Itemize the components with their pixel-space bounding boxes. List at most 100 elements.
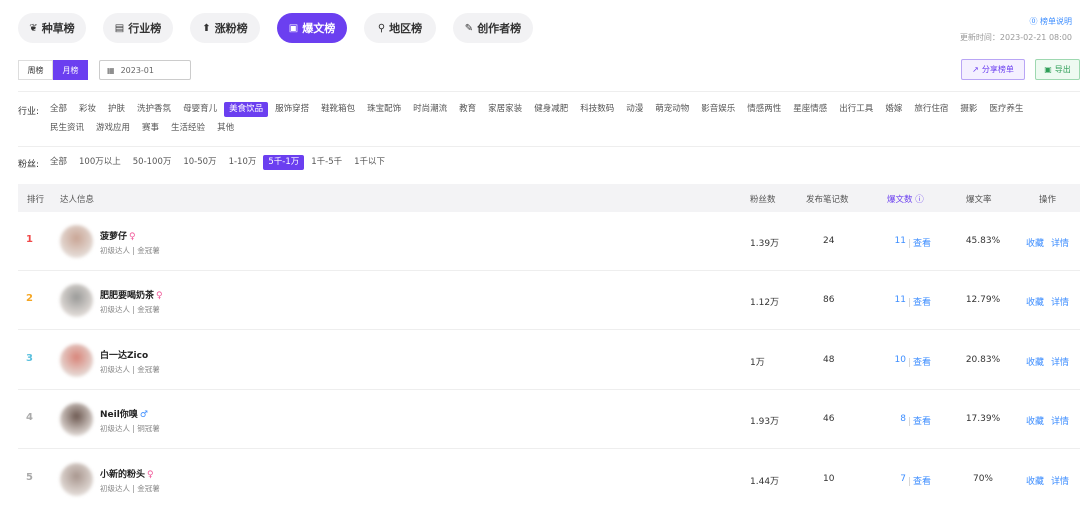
industry-option[interactable]: 健身减肥 (529, 102, 573, 117)
fans-option[interactable]: 10-50万 (178, 155, 221, 170)
industry-option[interactable]: 影音娱乐 (696, 102, 740, 117)
detail-link[interactable]: 详情 (1051, 474, 1069, 487)
detail-link[interactable]: 详情 (1051, 236, 1069, 249)
detail-link[interactable]: 详情 (1051, 295, 1069, 308)
industry-option[interactable]: 星座情感 (788, 102, 832, 117)
collect-link[interactable]: 收藏 (1026, 414, 1044, 427)
view-link[interactable]: 查看 (913, 417, 931, 427)
tab-5[interactable]: ✎ 创作者榜 (453, 13, 533, 43)
industry-option[interactable]: 摄影 (955, 102, 982, 117)
avatar[interactable] (60, 225, 93, 258)
industry-option[interactable]: 鞋靴箱包 (316, 102, 360, 117)
ranking-help-link[interactable]: ⓪ 榜单说明 (1029, 16, 1072, 27)
viral-view: | 查看 (906, 414, 931, 427)
fans-option[interactable]: 全部 (45, 155, 72, 170)
collect-link[interactable]: 收藏 (1026, 474, 1044, 487)
detail-link[interactable]: 详情 (1051, 414, 1069, 427)
viral-rate: 12.79% (965, 295, 1001, 305)
fans-option[interactable]: 1千-5千 (306, 155, 347, 170)
tab-2[interactable]: ⬆ 涨粉榜 (190, 13, 260, 43)
collect-link[interactable]: 收藏 (1026, 295, 1044, 308)
month-picker[interactable]: ▦ 2023-01 (99, 60, 191, 80)
industry-option[interactable]: 情感两性 (742, 102, 786, 117)
industry-option[interactable]: 萌宠动物 (650, 102, 694, 117)
separator: | (908, 298, 912, 308)
month-ranking-button[interactable]: 月榜 (53, 60, 88, 80)
view-link[interactable]: 查看 (913, 477, 931, 487)
industry-option[interactable]: 生活经验 (166, 121, 210, 136)
industry-option[interactable]: 时尚潮流 (408, 102, 452, 117)
industry-option[interactable]: 家居家装 (483, 102, 527, 117)
document-icon: ▣ (288, 22, 299, 34)
month-picker-value: 2023-01 (120, 65, 154, 75)
creator-name[interactable]: Neil你嗅 ♂ (100, 407, 148, 420)
industry-option[interactable]: 医疗养生 (984, 102, 1028, 117)
industry-option[interactable]: 母婴育儿 (178, 102, 222, 117)
col-viral-rate: 爆文率 (966, 195, 992, 205)
collect-link[interactable]: 收藏 (1026, 236, 1044, 249)
share-ranking-button[interactable]: ↗ 分享榜单 (961, 59, 1025, 80)
industry-option[interactable]: 洗护香氛 (132, 102, 176, 117)
viral-rate: 70% (972, 474, 993, 484)
fans-option[interactable]: 5千-1万 (263, 155, 305, 170)
avatar[interactable] (60, 403, 93, 436)
industry-option[interactable]: 科技数码 (575, 102, 619, 117)
rank-number: 4 (26, 412, 33, 423)
notes-count: 48 (823, 355, 835, 365)
rank-number: 5 (26, 472, 33, 483)
week-ranking-button[interactable]: 周榜 (18, 60, 53, 80)
industry-option[interactable]: 美食饮品 (224, 102, 269, 117)
industry-option[interactable]: 婚嫁 (880, 102, 907, 117)
tab-4[interactable]: ⚲ 地区榜 (364, 13, 436, 43)
avatar[interactable] (60, 284, 93, 317)
detail-link[interactable]: 详情 (1051, 355, 1069, 368)
industry-option[interactable]: 彩妆 (74, 102, 101, 117)
creator-name[interactable]: 小新的粉头 ♀ (100, 467, 154, 480)
industry-option[interactable]: 游戏应用 (91, 121, 135, 136)
avatar[interactable] (60, 344, 93, 377)
fans-option[interactable]: 1-10万 (224, 155, 262, 170)
tab-1[interactable]: ▤ 行业榜 (103, 13, 173, 43)
industry-filter-label: 行业: (18, 107, 40, 117)
collect-link[interactable]: 收藏 (1026, 355, 1044, 368)
tab-0[interactable]: ❦ 种草榜 (18, 13, 86, 43)
industry-option[interactable]: 教育 (454, 102, 481, 117)
fans-option[interactable]: 1千以下 (349, 155, 390, 170)
creator-name[interactable]: 白一达Zico (100, 348, 150, 361)
industry-option[interactable]: 旅行住宿 (909, 102, 953, 117)
avatar[interactable] (60, 463, 93, 496)
view-link[interactable]: 查看 (913, 298, 931, 308)
industry-option[interactable]: 护肤 (103, 102, 130, 117)
view-link[interactable]: 查看 (913, 358, 931, 368)
industry-option[interactable]: 服饰穿搭 (270, 102, 314, 117)
table-row: 4 Neil你嗅 ♂ 初级达人 | 铜冠薯 1.93万 46 8 | 查看 17.39% 收藏 详情 (18, 390, 1080, 449)
industry-option[interactable]: 民生资讯 (45, 121, 89, 136)
tab-label: 创作者榜 (477, 22, 522, 35)
industry-option[interactable]: 动漫 (621, 102, 648, 117)
industry-option[interactable]: 全部 (45, 102, 72, 117)
industry-option[interactable]: 其他 (212, 121, 239, 136)
creator-name[interactable]: 菠萝仔 ♀ (100, 229, 136, 242)
share-label: 分享榜单 (981, 65, 1014, 74)
fans-option[interactable]: 50-100万 (128, 155, 177, 170)
tab-label: 爆文榜 (302, 22, 336, 35)
fans-count: 1.39万 (750, 239, 780, 249)
tab-3[interactable]: ▣ 爆文榜 (277, 13, 347, 43)
export-label: 导出 (1054, 65, 1071, 74)
industry-option[interactable]: 赛事 (137, 121, 164, 136)
rank-number: 2 (26, 293, 33, 304)
viral-count: 11 (876, 236, 906, 246)
separator: | (908, 417, 912, 427)
col-viral-count[interactable]: 爆文数 ⓘ (887, 193, 924, 205)
col-info: 达人信息 (60, 195, 95, 205)
creator-name-text: 小新的粉头 (100, 470, 146, 480)
fans-option[interactable]: 100万以上 (74, 155, 126, 170)
notes-count: 46 (823, 414, 835, 424)
viral-count-value: 11 (894, 295, 906, 305)
creator-name[interactable]: 肥肥要喝奶茶 ♀ (100, 288, 163, 301)
calendar-icon: ▦ (107, 65, 115, 75)
industry-option[interactable]: 出行工具 (834, 102, 878, 117)
view-link[interactable]: 查看 (913, 239, 931, 249)
industry-option[interactable]: 珠宝配饰 (362, 102, 406, 117)
export-button[interactable]: ▣ 导出 (1035, 59, 1080, 80)
